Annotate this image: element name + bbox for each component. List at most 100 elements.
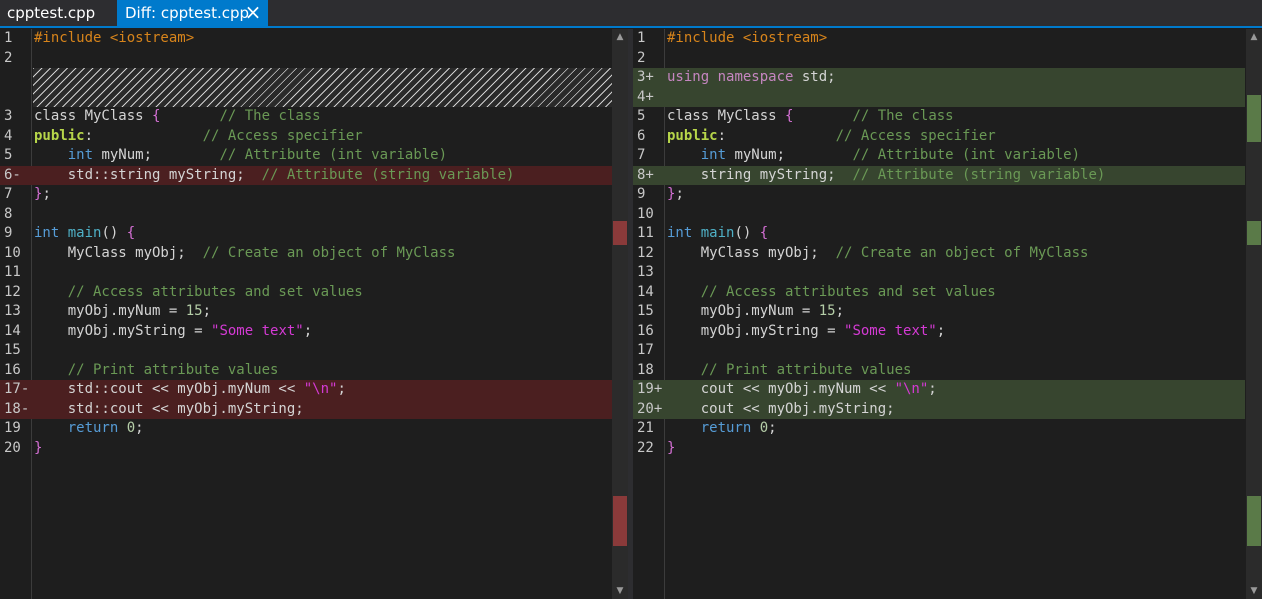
code-line[interactable]: 2 (0, 49, 612, 69)
line-number: 2 (4, 49, 13, 66)
diff-line-added[interactable]: 19+ cout << myObj.myNum << "\n"; (633, 380, 1245, 400)
line-number: 14 (4, 322, 21, 339)
code-line[interactable]: 21 return 0; (633, 419, 1245, 439)
line-number: 1 (4, 30, 13, 46)
code-text: int main() { (667, 225, 769, 241)
diff-marker-added (1247, 221, 1261, 245)
tab-label: Diff: cpptest.cpp (125, 4, 250, 22)
diff-left-pane[interactable]: 1 #include <iostream> 2 3 class MyClass { //… (0, 29, 612, 599)
code-line[interactable]: 15 myObj.myNum = 15; (633, 302, 1245, 322)
line-number: 8 (4, 205, 13, 222)
code-line[interactable]: 15 (0, 341, 612, 361)
line-number: 6 (637, 127, 646, 144)
code-text: using namespace std; (667, 69, 836, 85)
line-number: 12 (4, 283, 21, 300)
line-number: 4 (4, 127, 13, 144)
diff-right-pane[interactable]: 1 #include <iostream> 2 3+ using namespace s… (633, 29, 1245, 599)
code-line[interactable]: 18 // Print attribute values (633, 361, 1245, 381)
code-line[interactable]: 8 (0, 205, 612, 225)
code-text: myObj.myString = "Some text"; (667, 322, 946, 339)
diff-line-added[interactable]: 8+ string myString; // Attribute (string… (633, 165, 1245, 185)
diff-marker-deleted (613, 221, 627, 245)
code-text: #include <iostream> (667, 30, 828, 46)
code-line[interactable]: 12 // Access attributes and set values (0, 283, 612, 303)
code-line[interactable]: 14 // Access attributes and set values (633, 283, 1245, 303)
line-number: 20 (4, 439, 21, 456)
code-line[interactable]: 3 class MyClass { // The class (0, 107, 612, 127)
code-text: int main() { (34, 225, 136, 241)
scroll-down-arrow-icon[interactable]: ▼ (1246, 583, 1262, 599)
code-text: int myNum; // Attribute (int variable) (67, 147, 448, 163)
code-line[interactable]: 9 int main() { (0, 224, 612, 244)
code-line[interactable]: 2 (633, 49, 1245, 69)
line-number: 17 (637, 342, 654, 358)
tab-bar: cpptest.cpp Diff: cpptest.cpp × (0, 0, 1262, 28)
diff-line-added[interactable]: 4+ (633, 87, 1245, 107)
line-number: 7 (4, 186, 13, 202)
code-text: std::cout << myObj.myString; (34, 400, 304, 417)
code-text: return 0; (700, 420, 777, 436)
code-text: string myString; // Attribute (string va… (667, 166, 1106, 183)
code-line[interactable]: 5 class MyClass { // The class (633, 107, 1245, 127)
code-text: std::cout << myObj.myNum << "\n"; (34, 381, 346, 397)
code-line[interactable]: 16 // Print attribute values (0, 361, 612, 381)
code-line[interactable]: 7}; (0, 185, 612, 205)
diff-line-deleted[interactable]: 6- std::string myString; // Attribute (s… (0, 165, 612, 185)
diff-line-deleted[interactable]: 17- std::cout << myObj.myNum << "\n"; (0, 380, 612, 400)
code-line[interactable]: 11 int main() { (633, 224, 1245, 244)
code-text: public: // Access specifier (34, 127, 363, 144)
code-line[interactable]: 14 myObj.myString = "Some text"; (0, 322, 612, 342)
scroll-down-arrow-icon[interactable]: ▼ (612, 583, 628, 599)
code-line[interactable]: 5 int myNum; // Attribute (int variable) (0, 146, 612, 166)
scroll-up-arrow-icon[interactable]: ▲ (1246, 29, 1262, 45)
diff-line-added[interactable]: 3+ using namespace std; (633, 68, 1245, 88)
scroll-up-arrow-icon[interactable]: ▲ (612, 29, 628, 45)
code-text: // Print attribute values (67, 361, 279, 378)
code-line[interactable]: 13 myObj.myNum = 15; (0, 302, 612, 322)
tab-diff-cpptest[interactable]: Diff: cpptest.cpp × (117, 0, 268, 26)
line-number: 4+ (637, 88, 654, 105)
line-number: 22 (637, 439, 654, 456)
code-line[interactable]: 1 #include <iostream> (633, 29, 1245, 49)
code-line[interactable]: 13 (633, 263, 1245, 283)
code-text: myObj.myString = "Some text"; (34, 322, 313, 339)
tab-cpptest[interactable]: cpptest.cpp (0, 0, 116, 26)
code-line[interactable]: 22} (633, 439, 1245, 459)
diff-line-deleted[interactable]: 18- std::cout << myObj.myString; (0, 399, 612, 419)
code-text: public: // Access specifier (667, 127, 996, 144)
diff-placeholder-hatch (33, 68, 612, 107)
diff-line-added[interactable]: 20+ cout << myObj.myString; (633, 399, 1245, 419)
code-text: MyClass myObj; // Create an object of My… (34, 244, 456, 261)
code-line[interactable]: 7 int myNum; // Attribute (int variable) (633, 146, 1245, 166)
line-number: 5 (4, 147, 13, 163)
code-line[interactable]: 12 MyClass myObj; // Create an object of… (633, 244, 1245, 264)
code-text: cout << myObj.myNum << "\n"; (667, 381, 937, 397)
line-number: 9 (4, 225, 13, 241)
right-scrollbar[interactable]: ▲ ▼ (1246, 29, 1262, 599)
line-number: 7 (637, 147, 646, 163)
code-line[interactable]: 16 myObj.myString = "Some text"; (633, 322, 1245, 342)
code-line[interactable]: 10 MyClass myObj; // Create an object of… (0, 244, 612, 264)
line-number: 3+ (637, 69, 654, 85)
line-number: 15 (637, 303, 654, 319)
code-line[interactable]: 6 public: // Access specifier (633, 127, 1245, 147)
line-number: 10 (4, 244, 21, 261)
code-text: MyClass myObj; // Create an object of My… (667, 244, 1089, 261)
line-number: 11 (4, 264, 21, 280)
code-line[interactable]: 1 #include <iostream> (0, 29, 612, 49)
code-line[interactable]: 11 (0, 263, 612, 283)
code-line[interactable]: 19 return 0; (0, 419, 612, 439)
code-line[interactable]: 9}; (633, 185, 1245, 205)
code-line[interactable]: 10 (633, 205, 1245, 225)
code-line[interactable]: 4 public: // Access specifier (0, 127, 612, 147)
left-scrollbar[interactable]: ▲ ▼ (612, 29, 628, 599)
line-number: 3 (4, 108, 13, 124)
line-number: 1 (637, 30, 646, 46)
code-text: // Access attributes and set values (67, 283, 363, 300)
close-icon[interactable]: × (244, 0, 262, 26)
line-number: 13 (4, 303, 21, 319)
code-line[interactable]: 17 (633, 341, 1245, 361)
line-number: 11 (637, 225, 654, 241)
code-line[interactable]: 20} (0, 439, 612, 459)
line-number: 21 (637, 420, 654, 436)
